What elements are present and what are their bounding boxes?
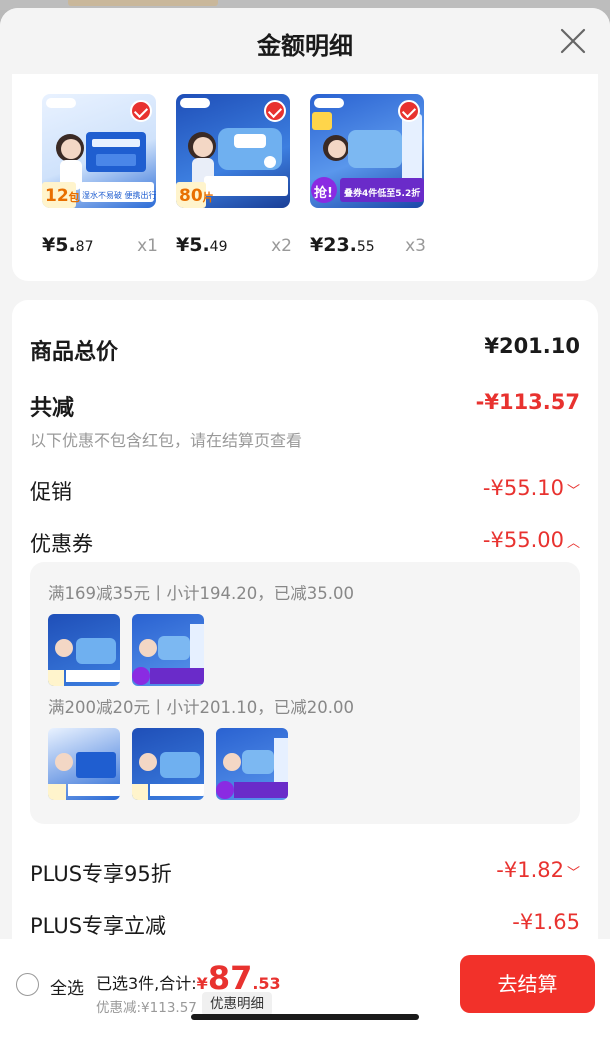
- product-image-wipes-bundle: [132, 624, 204, 685]
- discount-text: 优惠减:¥113.57: [96, 1000, 197, 1016]
- checkout-button[interactable]: 去结算: [460, 955, 595, 1013]
- close-icon[interactable]: [560, 28, 586, 54]
- total-price-value: ¥201.10: [484, 334, 580, 358]
- selected-check-icon[interactable]: [130, 100, 152, 122]
- selected-check-icon[interactable]: [264, 100, 286, 122]
- product-list-card: 12包 湿水不易破 便携出行 ¥5.87 x1 80片 ¥5.49 x2 抢! …: [12, 74, 598, 281]
- plus-instant-row: PLUS专享立减 -¥1.65: [30, 910, 580, 940]
- product-quantity: x3: [405, 236, 426, 256]
- product-image-tissue-pack: [48, 752, 120, 800]
- home-indicator: [191, 1014, 419, 1020]
- product-badge: 80片: [179, 186, 214, 206]
- coupon-line: 满200减20元丨小计201.10，已减20.00: [48, 698, 354, 717]
- product-item[interactable]: 抢! 叠券4件低至5.2折 ¥23.55 x3: [310, 94, 426, 256]
- plus-discount-row[interactable]: PLUS专享95折 -¥1.82 ﹀: [30, 858, 580, 888]
- selected-count-text: 已选3件,合计:: [96, 974, 197, 993]
- total-reduce-row: 共减 -¥113.57: [30, 390, 580, 422]
- total-reduce-value: -¥113.57: [475, 390, 580, 414]
- product-item[interactable]: 12包 湿水不易破 便携出行 ¥5.87 x1: [42, 94, 158, 256]
- currency-symbol: ¥: [196, 974, 208, 993]
- product-badge: 抢!: [314, 186, 333, 201]
- sheet-header: 金额明细: [0, 8, 610, 74]
- product-price: ¥5.49: [176, 234, 228, 256]
- product-image-wipes-bundle: [216, 738, 288, 799]
- coupon-product-thumbnail: [48, 728, 120, 800]
- product-thumbnail[interactable]: 12包 湿水不易破 便携出行: [42, 94, 156, 208]
- coupon-product-thumbnail: [216, 728, 288, 800]
- chevron-down-icon[interactable]: ﹀: [567, 484, 580, 499]
- coupon-product-thumbnail: [132, 614, 204, 686]
- product-price: ¥23.55: [310, 234, 375, 256]
- product-banner: 叠券4件低至5.2折: [344, 189, 421, 199]
- plus-instant-label: PLUS专享立减: [30, 914, 167, 938]
- product-banner: 湿水不易破 便携出行: [82, 191, 156, 200]
- promo-value: -¥55.10 ﹀: [482, 476, 580, 500]
- product-image-wet-wipes: [132, 752, 204, 800]
- checkout-bar: 全选 已选3件,合计:¥87.53 优惠减:¥113.57 优惠明细 去结算: [0, 939, 610, 1038]
- price-summary-card: 商品总价 ¥201.10 共减 -¥113.57 以下优惠不包含红包，请在结算页…: [12, 300, 598, 960]
- select-all-radio[interactable]: [16, 973, 39, 996]
- coupon-product-thumbnail: [48, 614, 120, 686]
- product-quantity: x2: [271, 236, 292, 256]
- product-thumbnail[interactable]: 80片: [176, 94, 290, 208]
- sheet-title: 金额明细: [257, 32, 353, 60]
- promo-row[interactable]: 促销 -¥55.10 ﹀: [30, 476, 580, 506]
- background-product-image: [68, 0, 218, 6]
- product-price: ¥5.87: [42, 234, 94, 256]
- product-badge: 12包: [45, 186, 80, 206]
- product-image-wet-wipes: [48, 638, 120, 686]
- product-quantity: x1: [137, 236, 158, 256]
- chevron-down-icon[interactable]: ﹀: [567, 866, 580, 881]
- select-all-label[interactable]: 全选: [50, 974, 84, 999]
- total-price-row: 商品总价 ¥201.10: [30, 334, 580, 366]
- coupon-row[interactable]: 优惠券 -¥55.00 ︿: [30, 528, 580, 558]
- discount-detail-button[interactable]: 优惠明细: [202, 992, 272, 1016]
- coupon-product-thumbnail: [132, 728, 204, 800]
- reduce-note: 以下优惠不包含红包，请在结算页查看: [30, 431, 303, 450]
- coupon-line: 满169减35元丨小计194.20，已减35.00: [48, 584, 354, 603]
- chevron-up-icon[interactable]: ︿: [567, 536, 580, 551]
- plus-instant-value: -¥1.65: [512, 910, 580, 934]
- selected-check-icon[interactable]: [398, 100, 420, 122]
- coupon-detail-box: 满169减35元丨小计194.20，已减35.00 满200减20元丨小计201…: [30, 562, 580, 824]
- coupon-value: -¥55.00 ︿: [482, 528, 580, 552]
- total-decimal: .53: [252, 974, 281, 993]
- product-thumbnail[interactable]: 抢! 叠券4件低至5.2折: [310, 94, 424, 208]
- product-item[interactable]: 80片 ¥5.49 x2: [176, 94, 292, 256]
- plus-discount-value: -¥1.82 ﹀: [496, 858, 580, 882]
- amount-detail-sheet: 金额明细 12包 湿水不易破 便携出行 ¥5.87 x1 80片 ¥5.49 x…: [0, 8, 610, 1038]
